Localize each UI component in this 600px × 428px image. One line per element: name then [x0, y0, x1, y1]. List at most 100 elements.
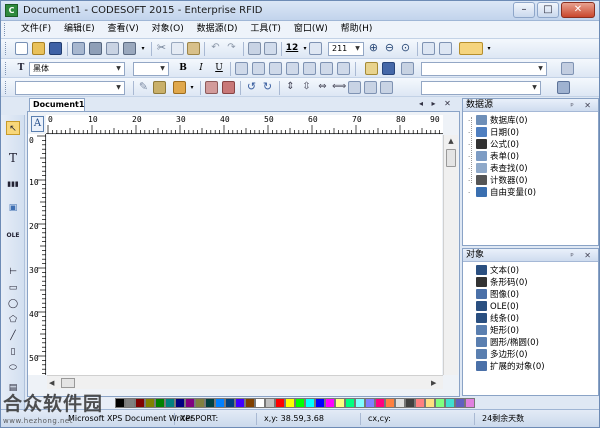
color-swatch[interactable]: [195, 398, 205, 408]
color-swatch[interactable]: [365, 398, 375, 408]
print-dropdown-icon[interactable]: ▾: [137, 42, 149, 55]
toolbar-grip-icon[interactable]: [4, 23, 7, 36]
rotate-left-icon[interactable]: ↺: [245, 81, 258, 94]
datasource-item[interactable]: · 数据库(0): [468, 115, 528, 127]
panel-pin-close-icon[interactable]: ᵖ ✕: [570, 99, 595, 112]
view-grid-icon[interactable]: [422, 42, 435, 55]
open-folder-icon[interactable]: [32, 42, 45, 55]
color-swatch[interactable]: [115, 398, 125, 408]
rounded-rect-tool-icon[interactable]: ▯: [6, 345, 20, 359]
scroll-left-icon[interactable]: ◀: [49, 377, 59, 389]
paste-icon[interactable]: [187, 42, 200, 55]
text-tool-icon[interactable]: T: [6, 151, 20, 165]
chevron-down-icon[interactable]: ▼: [530, 83, 539, 93]
chevron-down-icon[interactable]: ▼: [536, 64, 545, 74]
bold-button[interactable]: B: [177, 62, 189, 75]
center-horizontal-icon[interactable]: ⇔: [316, 81, 329, 94]
color-swatch[interactable]: [305, 398, 315, 408]
maximize-button[interactable]: □: [537, 2, 559, 18]
chevron-down-icon[interactable]: ▼: [158, 64, 167, 74]
datasource-item[interactable]: · 日期(0): [468, 127, 519, 139]
objects-item[interactable]: OLE(0): [468, 301, 519, 313]
color-swatch[interactable]: [285, 398, 295, 408]
color-swatch[interactable]: [145, 398, 155, 408]
layer-combo[interactable]: ▼: [421, 81, 541, 95]
tab-document1[interactable]: Document1: [29, 98, 85, 111]
label-canvas[interactable]: [47, 135, 442, 375]
datasource-item[interactable]: · 表查找(0): [468, 163, 528, 175]
align-center-icon[interactable]: [252, 62, 265, 75]
color-swatch[interactable]: [275, 398, 285, 408]
zoom-out-icon[interactable]: ⊖: [383, 42, 396, 55]
color-swatch[interactable]: [295, 398, 305, 408]
edit-icon[interactable]: ✎: [137, 81, 150, 94]
color-swatch[interactable]: [125, 398, 135, 408]
options-icon[interactable]: [561, 62, 574, 75]
view-columns-icon[interactable]: [439, 42, 452, 55]
cut-icon[interactable]: ✂: [155, 42, 168, 55]
line-tool-icon[interactable]: ╱: [6, 329, 20, 343]
properties-icon[interactable]: [248, 42, 261, 55]
space-vertical-icon[interactable]: ⇳: [300, 81, 313, 94]
horizontal-scrollbar[interactable]: ◀ ▶: [47, 375, 443, 389]
menu-view[interactable]: 查看(V): [103, 21, 144, 38]
chevron-down-icon[interactable]: ▼: [114, 83, 123, 93]
color-swatch[interactable]: [385, 398, 395, 408]
polygon-tool-icon[interactable]: ⬠: [6, 313, 20, 327]
color-swatch[interactable]: [235, 398, 245, 408]
printer-setup-icon[interactable]: [89, 42, 102, 55]
view-mode-icon[interactable]: [459, 42, 483, 55]
color-swatch[interactable]: [445, 398, 455, 408]
color-swatch[interactable]: [455, 398, 465, 408]
save-icon[interactable]: [49, 42, 62, 55]
style-combo[interactable]: ▼: [421, 62, 547, 76]
align-justify-icon[interactable]: [286, 62, 299, 75]
page-setup-icon[interactable]: [106, 42, 119, 55]
datasource-item[interactable]: · 自由变量(0): [468, 187, 536, 199]
scroll-up-icon[interactable]: ▲: [444, 135, 458, 147]
print-preview-icon[interactable]: [72, 42, 85, 55]
objects-item[interactable]: 文本(0): [468, 265, 519, 277]
menu-datasource[interactable]: 数据源(D): [192, 21, 243, 38]
color-swatch[interactable]: [435, 398, 445, 408]
datasource-item[interactable]: · 公式(0): [468, 139, 519, 151]
space-horizontal-icon[interactable]: ⟺: [332, 81, 346, 94]
chevron-down-icon[interactable]: ▼: [353, 44, 362, 54]
color-swatch[interactable]: [265, 398, 275, 408]
vertical-scrollbar[interactable]: ▲: [443, 135, 458, 375]
color-swatch[interactable]: [245, 398, 255, 408]
center-vertical-icon[interactable]: ⇕: [284, 81, 297, 94]
ole-tool-icon[interactable]: OLE: [6, 229, 20, 243]
menu-object[interactable]: 对象(O): [147, 21, 189, 38]
objects-item[interactable]: 矩形(0): [468, 325, 519, 337]
wizard-dropdown-icon[interactable]: ▾: [186, 81, 198, 94]
color-swatch[interactable]: [335, 398, 345, 408]
objects-item[interactable]: 多边形(0): [468, 349, 528, 361]
italic-button[interactable]: I: [195, 62, 207, 75]
undo-icon[interactable]: ↶: [209, 42, 222, 55]
color-swatch[interactable]: [425, 398, 435, 408]
menu-window[interactable]: 窗口(W): [289, 21, 333, 38]
color-swatch[interactable]: [415, 398, 425, 408]
align-left-icon[interactable]: [235, 62, 248, 75]
align-bottom-icon[interactable]: [337, 62, 350, 75]
font-size-combo[interactable]: ▼: [133, 62, 169, 76]
objects-item[interactable]: 条形码(0): [468, 277, 528, 289]
minimize-button[interactable]: –: [513, 2, 535, 18]
layer-manager-icon[interactable]: [557, 81, 570, 94]
color-swatch[interactable]: [205, 398, 215, 408]
underline-button[interactable]: U: [213, 62, 225, 75]
color-swatch[interactable]: [345, 398, 355, 408]
text-color-icon[interactable]: [382, 62, 395, 75]
color-swatch[interactable]: [355, 398, 365, 408]
menu-help[interactable]: 帮助(H): [336, 21, 378, 38]
horizontal-scroll-thumb[interactable]: [61, 378, 75, 388]
copy-icon[interactable]: [171, 42, 184, 55]
image-tool-icon[interactable]: ▣: [6, 201, 20, 215]
grid-icon[interactable]: [309, 42, 322, 55]
ellipse-tool-icon[interactable]: ◯: [6, 297, 20, 311]
color-swatch[interactable]: [315, 398, 325, 408]
merge-icon[interactable]: [153, 81, 166, 94]
toolbar-grip-icon[interactable]: [5, 62, 8, 75]
toolbar-grip-icon[interactable]: [5, 81, 8, 94]
